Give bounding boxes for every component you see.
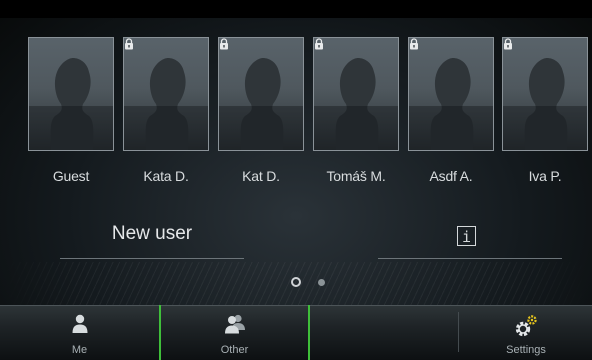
lock-icon xyxy=(410,38,418,50)
profile-tile-tomas-m[interactable]: Tomáš M. xyxy=(313,37,399,184)
person-silhouette-icon xyxy=(145,58,189,150)
nav-selection-border-left xyxy=(159,305,161,360)
new-user-underline xyxy=(60,258,244,259)
person-silhouette-icon xyxy=(335,58,379,150)
profile-tile-asdf-a[interactable]: Asdf A. xyxy=(408,37,494,184)
nav-empty-slot xyxy=(310,305,458,360)
nav-me[interactable]: Me xyxy=(0,305,159,360)
profile-name: Kata D. xyxy=(143,168,189,184)
info-underline xyxy=(378,258,562,259)
nav-divider xyxy=(458,312,459,352)
person-silhouette-icon xyxy=(524,58,568,150)
lock-icon xyxy=(220,38,228,50)
profile-tile-kata-d[interactable]: Kata D. xyxy=(123,37,209,184)
avatar xyxy=(28,37,114,151)
people-icon xyxy=(224,314,245,334)
bottom-nav-bar: Me Other Settings xyxy=(0,305,592,360)
info-button[interactable]: i xyxy=(457,226,476,246)
profile-name: Tomáš M. xyxy=(326,168,386,184)
nav-other-label: Other xyxy=(220,344,249,356)
profile-tile-iva-p[interactable]: Iva P. xyxy=(502,37,588,184)
page-indicator-dot[interactable] xyxy=(318,279,325,286)
profile-name: Asdf A. xyxy=(429,168,473,184)
user-selection-screen: Guest Kata D. Kat D. Tomáš M. Asdf A. Iv… xyxy=(0,0,592,360)
nav-me-label: Me xyxy=(71,344,88,356)
profile-tile-kat-d[interactable]: Kat D. xyxy=(218,37,304,184)
person-silhouette-icon xyxy=(240,58,284,150)
profile-name: Guest xyxy=(52,168,90,184)
nav-top-border xyxy=(0,305,592,306)
person-silhouette-icon xyxy=(50,58,94,150)
person-icon xyxy=(72,314,87,333)
profile-list: Guest Kata D. Kat D. Tomáš M. Asdf A. Iv… xyxy=(28,37,592,187)
avatar xyxy=(408,37,494,151)
avatar xyxy=(123,37,209,151)
profile-name: Iva P. xyxy=(528,168,562,184)
lock-icon xyxy=(125,38,133,50)
page-indicator-dot-active[interactable] xyxy=(291,277,301,287)
avatar xyxy=(502,37,588,151)
nav-settings-label: Settings xyxy=(506,344,546,356)
lock-icon xyxy=(315,38,323,50)
avatar xyxy=(218,37,304,151)
new-user-button[interactable]: New user xyxy=(64,223,240,245)
top-bar xyxy=(0,0,592,18)
profile-name: Kat D. xyxy=(242,168,280,184)
profile-tile-guest[interactable]: Guest xyxy=(28,37,114,184)
nav-other[interactable]: Other xyxy=(161,305,308,360)
avatar xyxy=(313,37,399,151)
person-silhouette-icon xyxy=(430,58,474,150)
lock-icon xyxy=(504,38,512,50)
settings-gear-icon xyxy=(515,315,537,337)
nav-settings[interactable]: Settings xyxy=(460,305,592,360)
nav-selection-border-right xyxy=(308,305,310,360)
